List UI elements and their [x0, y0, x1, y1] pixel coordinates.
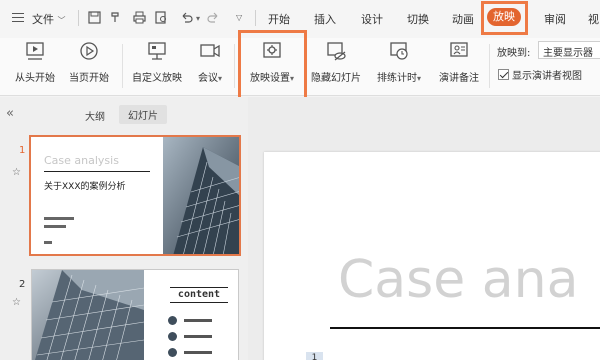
bullet-dot — [168, 316, 177, 325]
text-placeholder — [184, 319, 212, 322]
divider — [255, 10, 256, 26]
presenter-view-checkbox[interactable] — [498, 69, 509, 80]
slide-animation-star-icon: ☆ — [12, 167, 21, 178]
quick-access-dropdown-icon[interactable]: ▽ — [236, 13, 242, 22]
play-current-button[interactable]: 当页开始 — [64, 40, 114, 84]
rehearse-timing-label: 排练计时▾ — [370, 69, 428, 84]
speaker-notes-button[interactable]: 演讲备注 — [434, 40, 484, 84]
tab-insert[interactable]: 插入 — [314, 11, 336, 27]
contents-heading: content — [170, 287, 228, 303]
play-current-icon — [80, 42, 98, 60]
print-icon[interactable] — [133, 11, 146, 24]
custom-show-icon — [148, 42, 166, 60]
text-placeholder — [184, 335, 212, 338]
text-placeholder — [44, 217, 74, 220]
play-from-start-label: 从头开始 — [15, 73, 55, 84]
undo-dropdown-icon[interactable]: ▾ — [196, 14, 200, 23]
custom-show-button[interactable]: 自定义放映 — [128, 40, 186, 84]
text-placeholder — [44, 241, 52, 244]
slide-thumbnail-1[interactable]: Case analysis 关于XXX的案例分析 — [29, 135, 241, 256]
play-to-select[interactable]: 主要显示器 — [538, 41, 600, 59]
rehearse-timing-icon — [390, 42, 408, 60]
chevron-down-icon: ▾ — [416, 74, 421, 83]
print-preview-icon[interactable] — [155, 11, 168, 24]
slide-title: 关于XXX的案例分析 — [44, 182, 126, 192]
bullet-dot — [168, 332, 177, 341]
bullet-dot — [168, 348, 177, 357]
building-photo — [163, 137, 239, 254]
page-number-marker: 1 — [306, 352, 323, 360]
slide-thumbnail-2[interactable]: content — [31, 269, 239, 360]
collapse-panel-icon[interactable]: « — [6, 106, 14, 121]
play-from-start-button[interactable]: 从头开始 — [10, 40, 60, 84]
play-current-label: 当页开始 — [69, 73, 109, 84]
redo-icon[interactable] — [207, 11, 220, 24]
undo-icon[interactable] — [180, 11, 193, 24]
rehearse-timing-button[interactable]: 排练计时▾ — [370, 40, 428, 84]
building-photo — [32, 270, 144, 360]
tab-home[interactable]: 开始 — [268, 11, 290, 27]
tab-design[interactable]: 设计 — [361, 11, 383, 27]
presenter-view-label: 显示演讲者视图 — [512, 71, 582, 82]
file-menu-label: 文件 — [32, 13, 54, 26]
format-painter-icon[interactable] — [110, 11, 123, 24]
ribbon-divider — [234, 44, 235, 88]
hide-slide-label: 隐藏幻灯片 — [311, 73, 361, 84]
speaker-notes-icon — [450, 42, 468, 57]
title-rule — [44, 171, 150, 172]
custom-show-label: 自定义放映 — [132, 73, 182, 84]
hide-slide-button[interactable]: 隐藏幻灯片 — [306, 40, 366, 84]
chevron-down-icon: ▾ — [217, 74, 222, 83]
meeting-label: 会议▾ — [192, 69, 228, 84]
meeting-label-text: 会议 — [197, 73, 218, 84]
slide-number: 1 — [19, 145, 26, 156]
tab-review[interactable]: 审阅 — [544, 11, 566, 27]
tab-outline[interactable]: 大纲 — [85, 108, 105, 123]
divider — [78, 10, 79, 26]
tab-slides[interactable]: 幻灯片 — [119, 105, 167, 124]
slide-number: 2 — [19, 279, 26, 290]
hide-slide-icon — [327, 42, 346, 61]
meeting-icon — [200, 44, 220, 58]
meeting-button[interactable]: 会议▾ — [192, 40, 228, 84]
play-to-label: 放映到: — [497, 48, 531, 59]
chevron-down-icon: ﹀ — [57, 16, 66, 25]
hamburger-menu-icon[interactable] — [12, 13, 24, 22]
file-menu[interactable]: 文件 ﹀ — [32, 11, 66, 27]
slide-animation-star-icon: ☆ — [12, 297, 21, 308]
ribbon-divider — [489, 44, 490, 88]
play-from-start-icon — [26, 42, 44, 60]
tab-view[interactable]: 视 — [588, 11, 599, 27]
tab-slideshow[interactable]: 放映 — [487, 8, 521, 26]
ribbon-divider — [122, 44, 123, 88]
text-placeholder — [184, 351, 212, 354]
title-rule — [330, 327, 600, 329]
rehearse-timing-label-text: 排练计时 — [376, 73, 417, 84]
slide-ghost-title: Case ana — [338, 250, 579, 310]
tab-animation[interactable]: 动画 — [452, 11, 474, 27]
tab-transition[interactable]: 切换 — [407, 11, 429, 27]
text-placeholder — [44, 225, 66, 228]
speaker-notes-label: 演讲备注 — [439, 73, 479, 84]
save-icon[interactable] — [88, 11, 101, 24]
slide-ghost-title: Case analysis — [44, 154, 119, 167]
slide-canvas[interactable]: Case ana — [264, 152, 600, 360]
